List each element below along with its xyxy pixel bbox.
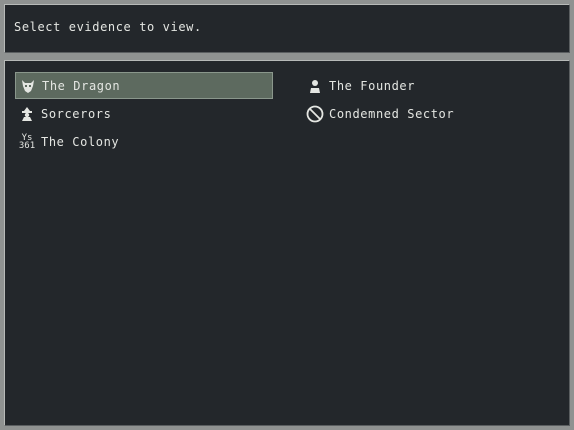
evidence-list-panel: The Dragon Sorcerors Ys 361 The Colony T… (4, 60, 570, 426)
evidence-item-label: Condemned Sector (329, 106, 455, 121)
prohibited-icon (303, 104, 327, 124)
evidence-item-label: The Founder (329, 78, 416, 93)
person-icon (303, 76, 327, 96)
evidence-item-label: Sorcerors (41, 106, 112, 121)
prompt-text: Select evidence to view. (14, 20, 202, 34)
prompt-panel: Select evidence to view. (4, 4, 570, 53)
evidence-item-condemned-sector[interactable]: Condemned Sector (303, 100, 561, 127)
evidence-item-sorcerors[interactable]: Sorcerors (15, 100, 273, 127)
dragon-icon (16, 76, 40, 96)
evidence-item-label: The Colony (41, 134, 120, 149)
ys361-icon: Ys 361 (15, 132, 39, 152)
evidence-item-the-colony[interactable]: Ys 361 The Colony (15, 128, 273, 155)
evidence-item-the-dragon[interactable]: The Dragon (15, 72, 273, 99)
evidence-item-label: The Dragon (42, 78, 121, 93)
evidence-item-the-founder[interactable]: The Founder (303, 72, 561, 99)
sorcerer-icon (15, 104, 39, 124)
icon-text-bottom: 361 (18, 140, 36, 151)
